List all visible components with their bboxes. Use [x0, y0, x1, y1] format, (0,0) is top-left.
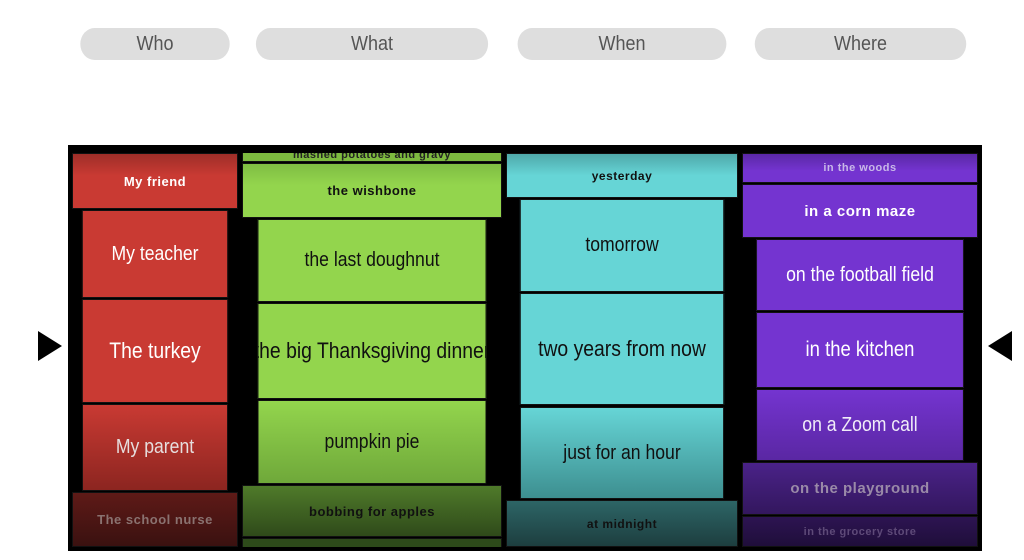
reel-item[interactable]: My friend	[72, 153, 238, 209]
reel-item[interactable]: The school nurse	[72, 492, 238, 547]
reel-item[interactable]: bobbing for apples	[242, 485, 502, 537]
reel-what[interactable]: mashed potatoes and gravy the wishbone t…	[242, 153, 502, 547]
header-when: When	[517, 28, 727, 60]
reel-item[interactable]: just for an hour	[519, 407, 725, 499]
reel-item[interactable]: on the football field	[756, 239, 964, 311]
header-what-label: What	[350, 33, 394, 55]
reel-item[interactable]: the wishbone	[242, 163, 502, 218]
spin-left-arrow-icon[interactable]	[38, 331, 62, 361]
reel-item[interactable]: My teacher	[81, 210, 229, 298]
reel-when[interactable]: yesterday tomorrow two years from now ju…	[506, 153, 738, 547]
reel-item[interactable]: on a Zoom call	[756, 389, 964, 461]
header-where-label: Where	[833, 33, 888, 55]
header-what: What	[255, 28, 489, 60]
reel-item[interactable]: green bean casserole	[242, 538, 502, 547]
reel-item[interactable]: The turkey	[81, 299, 229, 403]
slot-machine-frame: My friend My teacher The turkey My paren…	[68, 145, 982, 551]
reel-item[interactable]: two years from now	[519, 293, 725, 405]
header-who: Who	[80, 28, 230, 60]
spin-right-arrow-icon[interactable]	[988, 331, 1012, 361]
reel-item[interactable]: the last doughnut	[257, 219, 487, 302]
reel-item[interactable]: in the woods	[742, 153, 978, 183]
reel-item[interactable]: in a corn maze	[742, 184, 978, 238]
header-when-label: When	[598, 33, 646, 55]
reel-who[interactable]: My friend My teacher The turkey My paren…	[72, 153, 238, 547]
reel-item[interactable]: on the playground	[742, 462, 978, 515]
reel-where[interactable]: in the woods in a corn maze on the footb…	[742, 153, 978, 547]
reel-item[interactable]: pumpkin pie	[257, 400, 487, 484]
reel-item[interactable]: at midnight	[506, 500, 738, 547]
reel-item[interactable]: yesterday	[506, 153, 738, 198]
reel-item[interactable]: in the grocery store	[742, 516, 978, 547]
reel-item[interactable]: in the kitchen	[756, 312, 964, 388]
header-where: Where	[754, 28, 967, 60]
reel-item[interactable]: tomorrow	[519, 199, 725, 292]
reel-item[interactable]: mashed potatoes and gravy	[242, 153, 502, 162]
reel-item[interactable]: the big Thanksgiving dinner	[257, 303, 487, 399]
reel-item[interactable]: My parent	[81, 404, 229, 491]
header-who-label: Who	[136, 33, 174, 55]
